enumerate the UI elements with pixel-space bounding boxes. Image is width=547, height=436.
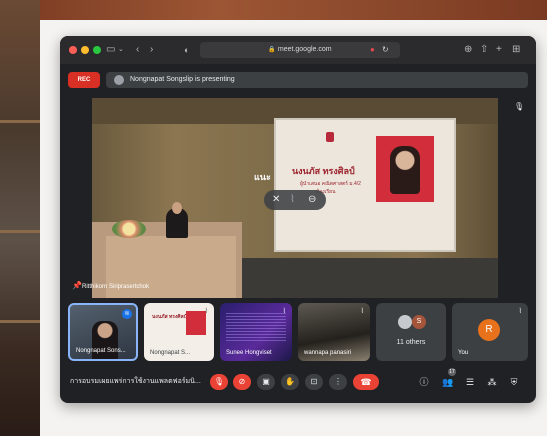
pin-icon[interactable]: ✕ (272, 193, 280, 207)
chat-icon[interactable]: ☰ (462, 374, 478, 390)
forward-arrow-icon[interactable]: › (150, 43, 153, 57)
raise-hand-button[interactable]: ✋ (281, 374, 299, 390)
stage-floor (242, 258, 498, 298)
mic-off-icon: ⌇ (518, 308, 522, 315)
activities-icon[interactable]: ⁂ (484, 374, 500, 390)
participant-name: wannapa panasiri (304, 350, 352, 356)
speaking-indicator-icon: ≋ (122, 309, 132, 319)
present-button[interactable]: ⊡ (305, 374, 323, 390)
tile-controls: ✕ ⌇ ⊖ (264, 190, 326, 210)
lock-icon: 🔒 (268, 47, 276, 53)
browser-window: ▭ ⌄ ‹ › ◐ 🔒 meet.google.com ● ↻ ⊕ ⇧ + ⊞ R… (60, 36, 536, 403)
participant-name: Nongnapat Sons... (76, 348, 126, 354)
participant-tile[interactable]: นงนภัส ทรงศิลป์ ⌇ Nongnapat S... (144, 303, 214, 361)
privacy-shield-icon[interactable]: ◐ (184, 43, 189, 57)
mic-off-icon: ⌇ (282, 308, 286, 315)
others-tile[interactable]: S 11 others (376, 303, 446, 361)
meeting-title: การอบรมเผยแพร่การใช้งานแพลตฟอร์มนิ... (70, 378, 201, 385)
chevron-down-icon[interactable]: ⌄ (118, 43, 124, 57)
zoom-window-button[interactable] (93, 46, 101, 54)
rec-label: REC (77, 77, 91, 83)
host-controls-icon[interactable]: ⛨ (506, 374, 522, 390)
presenting-message: Nongnapat Songslip is presenting (130, 76, 235, 83)
more-options-button[interactable]: ⋮ (329, 374, 347, 390)
self-tile[interactable]: ⌇ R You (452, 303, 528, 361)
mic-toggle-button[interactable]: 🎙 (210, 374, 228, 390)
participant-video (92, 321, 118, 359)
slide-logo (326, 132, 334, 142)
participant-name: Nongnapat S... (150, 350, 191, 356)
shared-slide-preview: นงนภัส ทรงศิลป์ (152, 314, 187, 320)
photo-backdrop-left (0, 0, 40, 436)
sidebar-toggle-icon[interactable]: ▭ (106, 43, 115, 57)
mic-off-icon: ⌇ (360, 308, 364, 315)
recording-badge: REC (68, 72, 100, 88)
browser-titlebar: ▭ ⌄ ‹ › ◐ 🔒 meet.google.com ● ↻ ⊕ ⇧ + ⊞ (60, 36, 536, 64)
tab-overview-icon[interactable]: ⊞ (512, 43, 520, 57)
stage-mic-off-icon: 🎙 (514, 102, 525, 111)
share-icon[interactable]: ⇧ (480, 43, 488, 57)
slide-portrait (376, 136, 434, 202)
participant-tile[interactable]: ⌇ wannapa panasiri (298, 303, 370, 361)
reload-icon[interactable]: ↻ (382, 42, 389, 58)
avatar (398, 315, 412, 329)
avatar: R (478, 319, 500, 341)
stage-speaker-name: Ritthikorn Siriprasertchok (82, 284, 150, 290)
end-call-button[interactable]: ☎ (353, 374, 379, 390)
slide-subtitle: ผู้นำเสนอ คณิตศาสตร์ ม.4/2 (300, 181, 361, 187)
participant-count-badge: 17 (448, 368, 456, 376)
url-text: meet.google.com (277, 46, 332, 53)
participant-video (226, 311, 286, 341)
slide-portrait-thumb (186, 311, 206, 335)
mic-in-use-icon[interactable]: ● (370, 42, 375, 58)
speaker-figure (166, 202, 188, 238)
participant-name: You (458, 350, 469, 356)
presenter-avatar (114, 75, 124, 85)
tile-mute-icon[interactable]: ⌇ (290, 193, 295, 207)
minimize-window-button[interactable] (81, 46, 89, 54)
slide-presenter-name: นงนภัส ทรงศิลป์ (292, 166, 355, 176)
close-window-button[interactable] (69, 46, 77, 54)
pinned-icon: 📌 (72, 281, 82, 290)
camera-toggle-button[interactable]: ⊘ (233, 374, 251, 390)
stage-side-text: แนะ (254, 172, 271, 182)
info-icon[interactable]: ⓘ (416, 374, 432, 390)
avatar: S (412, 315, 426, 329)
people-icon[interactable]: 👥 (440, 374, 456, 390)
participant-tile[interactable]: ⌇ Sunee Hongviset (220, 303, 292, 361)
mic-off-icon: ⌇ (204, 308, 208, 315)
back-arrow-icon[interactable]: ‹ (136, 43, 139, 57)
presenting-banner: Nongnapat Songslip is presenting (106, 72, 528, 88)
projector-screen: นงนภัส ทรงศิลป์ ผู้นำเสนอ คณิตศาสตร์ ม.4… (274, 118, 456, 252)
others-count: 11 others (396, 339, 426, 346)
flower-arrangement (112, 220, 146, 238)
participant-name: Sunee Hongviset (226, 350, 272, 356)
download-icon[interactable]: ⊕ (464, 43, 472, 57)
photo-backdrop-top (0, 0, 547, 20)
participant-tile[interactable]: ≋ Nongnapat Sons... (68, 303, 138, 361)
main-video-stage[interactable]: นงนภัส ทรงศิลป์ ผู้นำเสนอ คณิตศาสตร์ ม.4… (92, 98, 498, 298)
captions-button[interactable]: ▣ (257, 374, 275, 390)
more-options-icon[interactable]: ⊖ (308, 193, 316, 207)
new-tab-icon[interactable]: + (496, 43, 502, 57)
